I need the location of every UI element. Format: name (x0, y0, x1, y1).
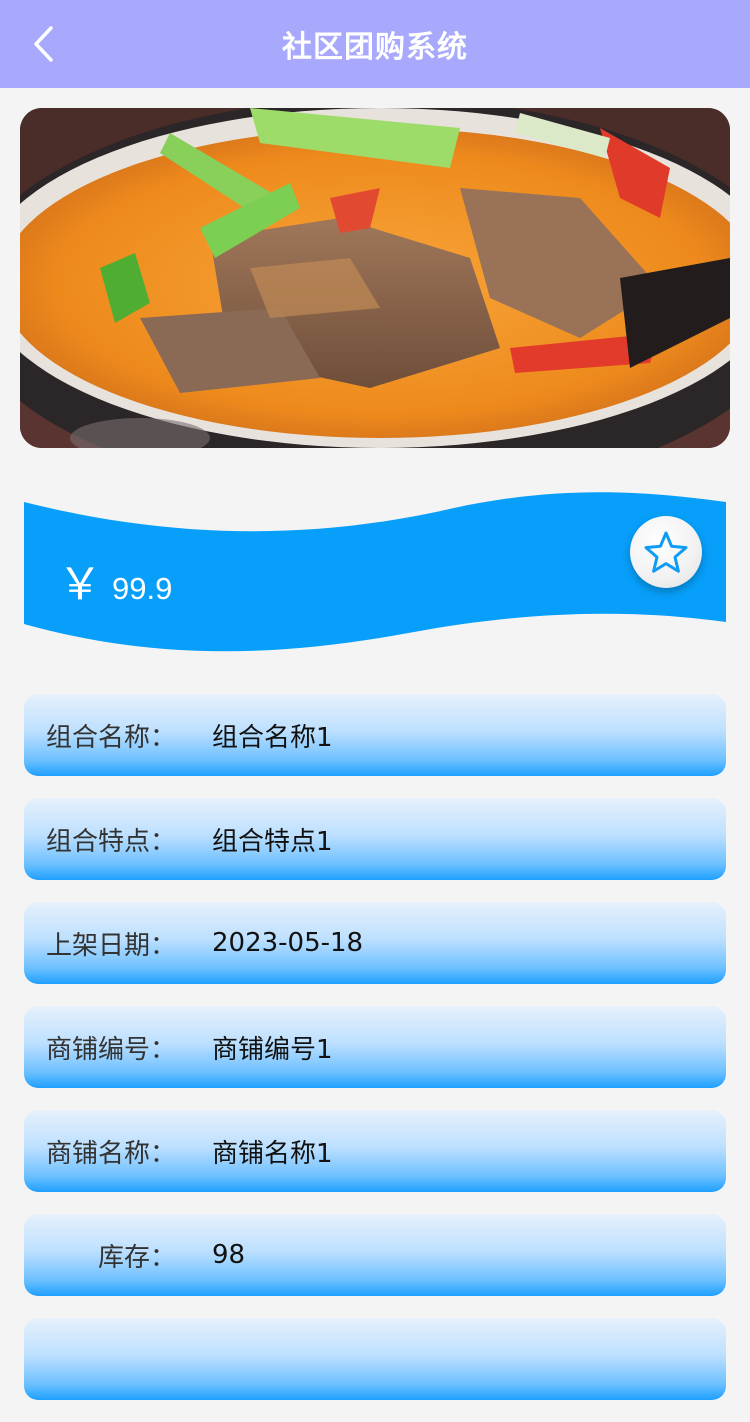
detail-row-listing-date: 上架日期： 2023-05-18 (24, 902, 726, 984)
detail-row-stock: 库存： 98 (24, 1214, 726, 1296)
page-title: 社区团购系统 (282, 30, 468, 65)
chevron-left-icon (34, 26, 53, 62)
price-display: ￥ 99.9 (58, 548, 172, 612)
detail-row-combo-feature: 组合特点： 组合特点1 (24, 798, 726, 880)
detail-label: 上架日期： (45, 930, 176, 961)
detail-label: 组合名称： (45, 722, 176, 753)
detail-value: 组合名称1 (212, 722, 333, 753)
detail-label: 商铺名称： (45, 1138, 176, 1169)
star-outline-icon (644, 531, 688, 573)
product-image (20, 108, 730, 448)
detail-list: 组合名称： 组合名称1 组合特点： 组合特点1 上架日期： 2023-05-18… (24, 694, 726, 1422)
detail-row-partial (24, 1318, 726, 1400)
favorite-button[interactable] (630, 516, 702, 588)
detail-row-shop-id: 商铺编号： 商铺编号1 (24, 1006, 726, 1088)
detail-label: 商铺编号： (45, 1034, 176, 1065)
detail-label: 组合特点： (45, 826, 176, 857)
detail-value: 98 (212, 1240, 246, 1270)
price-value: 99.9 (112, 571, 173, 606)
detail-value: 商铺编号1 (212, 1034, 333, 1065)
nav-bar: 社区团购系统 (0, 0, 750, 88)
detail-value: 商铺名称1 (212, 1138, 333, 1169)
detail-row-shop-name: 商铺名称： 商铺名称1 (24, 1110, 726, 1192)
back-button[interactable] (22, 22, 66, 66)
detail-value: 组合特点1 (212, 826, 333, 857)
detail-row-combo-name: 组合名称： 组合名称1 (24, 694, 726, 776)
detail-label: 库存： (97, 1242, 176, 1273)
detail-value: 2023-05-18 (212, 928, 364, 958)
price-currency: ￥ (58, 559, 102, 610)
